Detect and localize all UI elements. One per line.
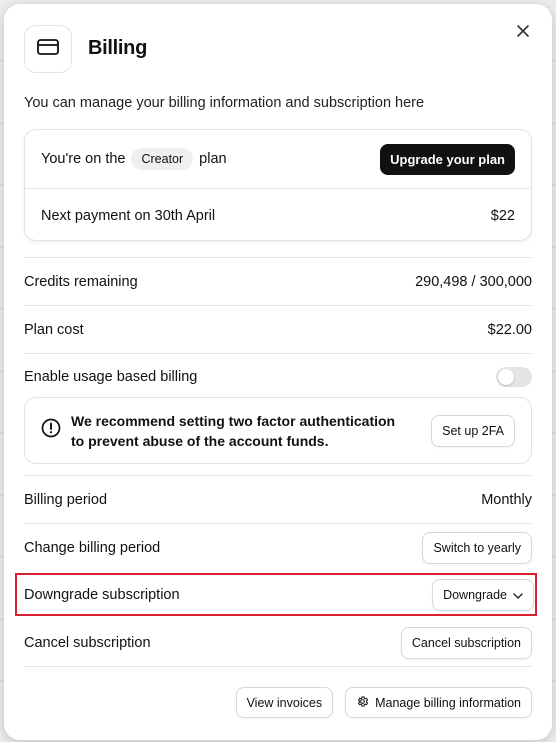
gear-icon	[356, 695, 369, 711]
next-payment-row: Next payment on 30th April $22	[25, 190, 531, 241]
next-payment-label: Next payment on 30th April	[41, 207, 216, 224]
billing-header-icon-box	[24, 25, 72, 73]
plan-prefix: You're on the	[41, 151, 126, 167]
plan-cost-row: Plan cost $22.00	[24, 305, 532, 353]
close-icon	[517, 24, 529, 42]
alert-circle-icon	[41, 418, 61, 443]
usage-billing-toggle[interactable]	[496, 366, 532, 387]
downgrade-row: Downgrade subscription Downgrade	[24, 571, 534, 619]
billing-period-value: Monthly	[481, 491, 532, 508]
alert-message: We recommend setting two factor authenti…	[71, 411, 411, 451]
change-billing-period-label: Change billing period	[24, 539, 161, 556]
footer-divider	[24, 666, 532, 667]
cancel-subscription-button[interactable]: Cancel subscription	[400, 626, 532, 659]
plan-badge: Creator	[131, 148, 194, 170]
credit-card-icon	[37, 38, 59, 60]
plan-cost-value: $22.00	[487, 321, 532, 338]
usage-billing-label: Enable usage based billing	[24, 368, 198, 385]
credits-value: 290,498 / 300,000	[415, 273, 532, 290]
switch-to-yearly-button[interactable]: Switch to yearly	[422, 531, 532, 564]
plan-card: You're on the Creator plan Upgrade your …	[24, 129, 532, 241]
plan-cost-label: Plan cost	[24, 321, 84, 338]
close-button[interactable]	[512, 22, 534, 44]
dialog-subtitle: You can manage your billing information …	[24, 95, 425, 111]
downgrade-dropdown-label: Downgrade	[443, 588, 507, 602]
footer-actions: View invoices Manage billing information	[235, 687, 532, 718]
credits-row: Credits remaining 290,498 / 300,000	[24, 257, 532, 305]
manage-billing-label: Manage billing information	[375, 695, 521, 710]
current-plan-row: You're on the Creator plan Upgrade your …	[25, 130, 531, 189]
chevron-down-icon	[513, 588, 523, 602]
setup-2fa-button[interactable]: Set up 2FA	[431, 414, 515, 447]
cancel-subscription-row: Cancel subscription Cancel subscription	[24, 619, 532, 666]
two-factor-alert: We recommend setting two factor authenti…	[24, 397, 532, 464]
plan-suffix: plan	[199, 151, 227, 167]
alert-line-1: We recommend setting two factor authenti…	[71, 412, 396, 429]
cancel-subscription-label: Cancel subscription	[24, 634, 151, 651]
downgrade-label: Downgrade subscription	[24, 587, 180, 603]
dialog-title: Billing	[88, 37, 148, 59]
upgrade-plan-button[interactable]: Upgrade your plan	[380, 143, 515, 175]
change-billing-period-row: Change billing period Switch to yearly	[24, 523, 532, 571]
toggle-knob	[498, 368, 514, 385]
usage-billing-row: Enable usage based billing	[24, 353, 532, 401]
view-invoices-button[interactable]: View invoices	[235, 687, 334, 718]
alert-line-2: to prevent abuse of the account funds.	[71, 432, 329, 449]
downgrade-dropdown[interactable]: Downgrade	[432, 579, 534, 611]
next-payment-amount: $22	[490, 207, 515, 224]
billing-period-label: Billing period	[24, 491, 108, 508]
manage-billing-button[interactable]: Manage billing information	[345, 687, 532, 718]
credits-label: Credits remaining	[24, 273, 138, 290]
billing-period-row: Billing period Monthly	[24, 475, 532, 523]
